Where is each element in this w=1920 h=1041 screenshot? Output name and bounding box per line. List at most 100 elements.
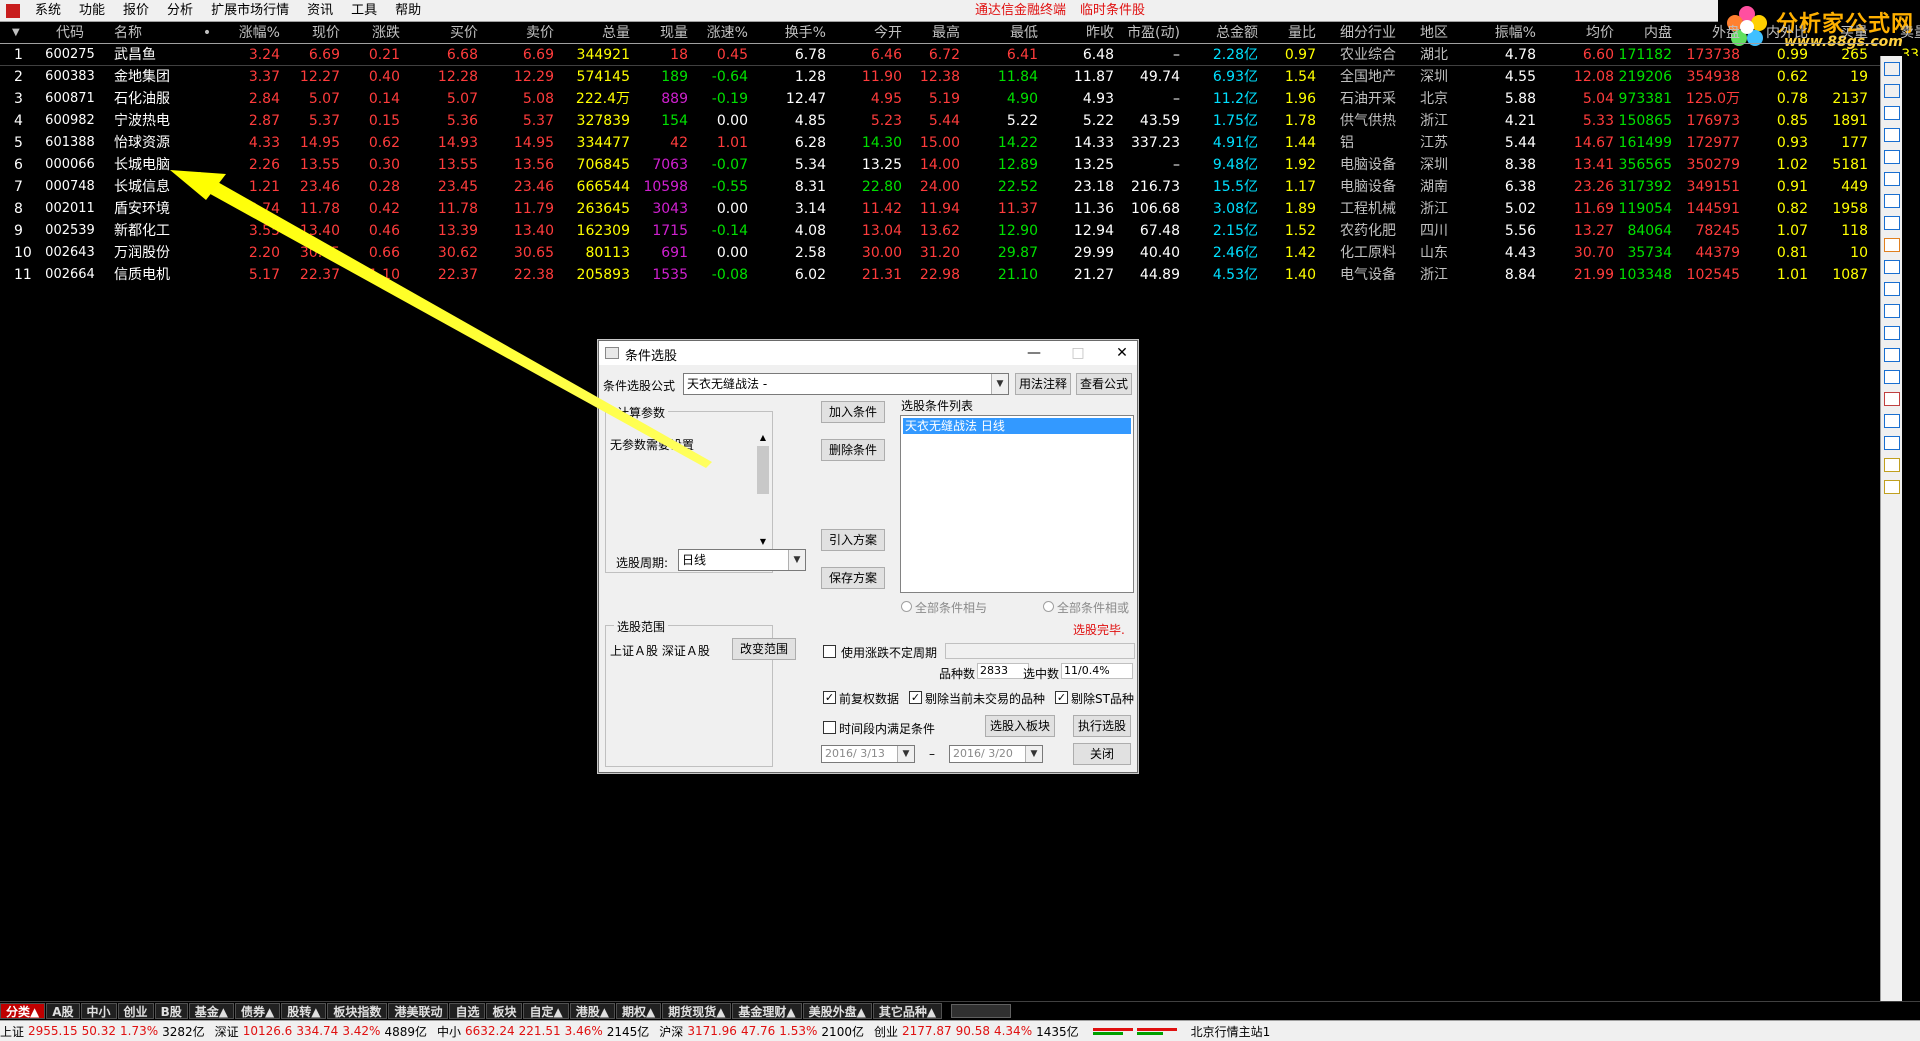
column-header-io[interactable]: 内外比 — [1746, 22, 1814, 43]
index-zx[interactable]: 中小 6632.24 221.51 3.46% 2145亿 — [437, 1023, 659, 1040]
tab-category[interactable]: 板块 — [486, 1002, 523, 1019]
column-header-dot[interactable]: • — [196, 22, 218, 43]
exclude-st-checkbox[interactable]: ✓ — [1055, 691, 1068, 704]
view-formula-button[interactable]: 查看公式 — [1076, 373, 1132, 395]
scroll-down-icon[interactable]: ▼ — [756, 536, 770, 548]
table-row[interactable]: 5 601388 怡球资源 4.33 14.95 0.62 14.93 14.95 334477… — [0, 132, 1920, 154]
formula-select[interactable]: 天衣无缝战法 - ▼ — [683, 373, 1009, 395]
index-cy[interactable]: 创业 2177.87 90.58 4.34% 1435亿 — [874, 1023, 1089, 1040]
etf-icon[interactable] — [1884, 414, 1900, 428]
server-name[interactable]: 北京行情主站1 — [1191, 1023, 1271, 1040]
report-icon[interactable] — [1884, 216, 1900, 230]
function-icon[interactable] — [1884, 304, 1900, 318]
index-hs[interactable]: 沪深 3171.96 47.76 1.53% 2100亿 — [659, 1023, 874, 1040]
tab-category[interactable]: 股转▲ — [281, 1002, 327, 1019]
tab-category[interactable]: 其它品种▲ — [872, 1002, 943, 1019]
close-button[interactable]: 关闭 — [1073, 743, 1131, 765]
dialog-titlebar[interactable]: 条件选股 — □ ✕ — [599, 341, 1137, 365]
tab-category[interactable]: 美股外盘▲ — [802, 1002, 872, 1019]
screen-icon[interactable] — [1884, 370, 1900, 384]
variable-period-checkbox[interactable] — [823, 645, 836, 658]
tab-category[interactable]: 期货现货▲ — [662, 1002, 732, 1019]
column-header-ask[interactable]: 卖价 — [482, 22, 558, 43]
index-sh[interactable]: 上证 2955.15 50.32 1.73% 3282亿 — [0, 1023, 215, 1040]
tabs-scrollbar[interactable] — [951, 1003, 1012, 1018]
tab-category[interactable]: 分类▲ — [0, 1002, 46, 1019]
column-header-amp[interactable]: 振幅% — [1474, 22, 1542, 43]
save-plan-button[interactable]: 保存方案 — [821, 567, 885, 589]
column-header-name[interactable]: 名称 — [102, 22, 196, 43]
table-row[interactable]: 3 600871 石化油服 2.84 5.07 0.14 5.07 5.08 222.4万 889… — [0, 88, 1920, 110]
column-header-chg[interactable]: 涨幅% — [218, 22, 286, 43]
column-header-open[interactable]: 今开 — [830, 22, 906, 43]
column-header-bv[interactable]: 买量 — [1814, 22, 1874, 43]
scroll-thumb[interactable] — [757, 446, 769, 494]
tab-category[interactable]: 基金理财▲ — [732, 1002, 802, 1019]
pre-adjust-checkbox[interactable]: ✓ — [823, 691, 836, 704]
table-row[interactable]: 8 002011 盾安环境 3.74 11.78 0.42 11.78 11.79 263645… — [0, 198, 1920, 220]
column-header-inner[interactable]: 内盘 — [1618, 22, 1678, 43]
document-icon[interactable] — [1884, 194, 1900, 208]
menu-item-tools[interactable]: 工具 — [342, 0, 386, 22]
usage-notes-button[interactable]: 用法注释 — [1015, 373, 1071, 395]
transfer-icon[interactable] — [1884, 436, 1900, 450]
column-header-diff[interactable]: 涨跌 — [346, 22, 406, 43]
date-from-picker[interactable]: 2016/ 3/13 ▼ — [821, 745, 915, 763]
exclude-untraded-checkbox[interactable]: ✓ — [909, 691, 922, 704]
table-row[interactable]: 7 000748 长城信息 1.21 23.46 0.28 23.45 23.46 666544… — [0, 176, 1920, 198]
tab-category[interactable]: 板块指数 — [327, 1002, 388, 1019]
index-sz[interactable]: 深证 10126.6 334.74 3.42% 4889亿 — [215, 1023, 437, 1040]
column-header-reg[interactable]: 地区 — [1414, 22, 1474, 43]
to-block-button[interactable]: 选股入板块 — [985, 715, 1055, 737]
menu-item-system[interactable]: 系统 — [26, 0, 70, 22]
close-icon[interactable]: ✕ — [1107, 343, 1137, 363]
tab-category[interactable]: B股 — [154, 1002, 188, 1019]
tab-category[interactable]: 创业 — [117, 1002, 154, 1019]
table-row[interactable]: 2 600383 金地集团 3.37 12.27 0.40 12.28 12.29 574145… — [0, 66, 1920, 88]
settings-icon[interactable] — [1884, 392, 1900, 406]
tab-category[interactable]: 港股▲ — [569, 1002, 615, 1019]
column-header-vol[interactable]: 总量 — [558, 22, 634, 43]
panel-icon[interactable] — [1884, 238, 1900, 252]
chart-icon[interactable] — [1884, 150, 1900, 164]
table-row[interactable]: 10 002643 万润股份 2.20 30.65 0.66 30.62 30.65 80113… — [0, 242, 1920, 264]
pencil-icon[interactable] — [1884, 458, 1900, 472]
table-row[interactable]: 11 002664 信质电机 5.17 22.37 1.10 22.37 22.38 20589… — [0, 264, 1920, 286]
column-header-outer[interactable]: 外盘 — [1678, 22, 1746, 43]
delete-condition-button[interactable]: 删除条件 — [821, 439, 885, 461]
column-header-avg[interactable]: 均价 — [1542, 22, 1618, 43]
date-to-picker[interactable]: 2016/ 3/20 ▼ — [949, 745, 1043, 763]
folder-icon[interactable] — [1884, 348, 1900, 362]
or-radio[interactable] — [1043, 601, 1054, 612]
up-arrow-icon[interactable] — [1884, 62, 1900, 76]
news-icon[interactable] — [1884, 260, 1900, 274]
params-scrollbar[interactable]: ▲ ▼ — [756, 432, 770, 548]
change-scope-button[interactable]: 改变范围 — [732, 638, 796, 660]
minimize-icon[interactable]: — — [1019, 343, 1049, 363]
column-header-spd[interactable]: 涨速% — [694, 22, 754, 43]
table-row[interactable]: 1 600275 武昌鱼 3.24 6.69 0.21 6.68 6.69 344921 18 0.… — [0, 44, 1920, 66]
calendar-icon[interactable] — [1884, 282, 1900, 296]
import-plan-button[interactable]: 引入方案 — [821, 529, 885, 551]
tab-category[interactable]: 港美联动 — [388, 1002, 449, 1019]
menu-item-info[interactable]: 资讯 — [298, 0, 342, 22]
column-header-code[interactable]: 代码 — [38, 22, 102, 43]
column-header-qr[interactable]: 量比 — [1262, 22, 1322, 43]
table-row[interactable]: 9 002539 新都化工 3.55 13.40 0.46 13.39 13.40 162309… — [0, 220, 1920, 242]
circle-icon[interactable] — [1884, 326, 1900, 340]
add-condition-button[interactable]: 加入条件 — [821, 401, 885, 423]
column-header-pe[interactable]: 市盈(动) — [1118, 22, 1186, 43]
tab-category[interactable]: 基金▲ — [188, 1002, 234, 1019]
tab-category[interactable]: 中小 — [80, 1002, 117, 1019]
column-header-amt[interactable]: 总金额 — [1186, 22, 1262, 43]
column-header-cur[interactable]: 现量 — [634, 22, 694, 43]
and-radio[interactable] — [901, 601, 912, 612]
column-header-sv[interactable]: 卖量 — [1874, 22, 1920, 43]
tab-category[interactable]: 自定▲ — [523, 1002, 569, 1019]
column-menu-icon[interactable]: ▼ — [0, 22, 38, 43]
tab-category[interactable]: 自选 — [449, 1002, 486, 1019]
menu-item-analysis[interactable]: 分析 — [158, 0, 202, 22]
column-header-turn[interactable]: 换手% — [754, 22, 830, 43]
table-row[interactable]: 6 000066 长城电脑 2.26 13.55 0.30 13.55 13.56 706845… — [0, 154, 1920, 176]
window-icon[interactable] — [1884, 106, 1900, 120]
